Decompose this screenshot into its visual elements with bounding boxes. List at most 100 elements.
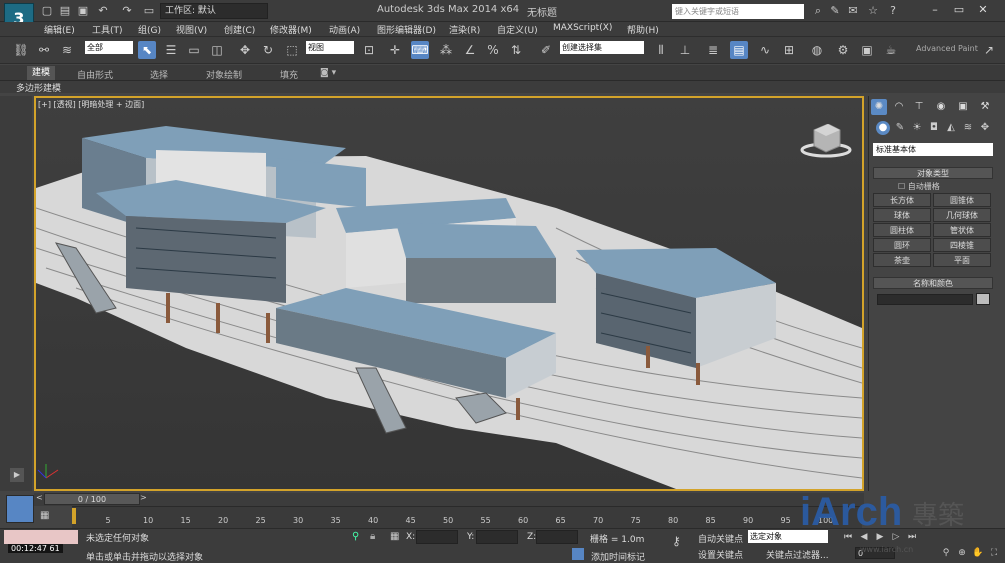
pyramid-button[interactable]: 四棱锥 (933, 238, 991, 252)
menu-animation[interactable]: 动画(A) (329, 23, 360, 36)
select-object-icon[interactable]: ⬉ (138, 41, 156, 59)
open-file-icon[interactable]: ▤ (58, 4, 72, 18)
time-slider-thumb[interactable]: 0 / 100 (44, 493, 140, 505)
plane-button[interactable]: 平面 (933, 253, 991, 267)
menu-tools[interactable]: 工具(T) (92, 23, 123, 36)
z-coord-input[interactable] (536, 530, 578, 544)
time-slider[interactable] (34, 493, 864, 506)
cameras-icon[interactable]: ◘ (927, 121, 941, 135)
ref-coord-dropdown[interactable]: 视图 (306, 41, 354, 54)
torus-button[interactable]: 圆环 (873, 238, 931, 252)
select-by-name-icon[interactable]: ☰ (162, 41, 180, 59)
help-icon[interactable]: ? (886, 4, 900, 18)
menu-modifiers[interactable]: 修改器(M) (270, 23, 312, 36)
lights-icon[interactable]: ☀ (910, 121, 924, 135)
geometry-icon[interactable]: ● (876, 121, 890, 135)
isolate-icon[interactable]: ⚲ (352, 531, 359, 542)
advanced-paint-button[interactable]: Advanced Paint (916, 44, 978, 53)
render-setup-icon[interactable]: ⚙ (834, 41, 852, 59)
menu-rendering[interactable]: 渲染(R) (449, 23, 480, 36)
keyboard-shortcut-icon[interactable]: ⌨ (411, 41, 429, 59)
ribbon-tab-object-paint[interactable]: 对象绘制 (206, 68, 242, 81)
maximize-viewport-icon[interactable]: ⛶ (988, 547, 1000, 559)
window-crossing-icon[interactable]: ◫ (208, 41, 226, 59)
subscription-icon[interactable]: ✎ (828, 4, 842, 18)
search-input[interactable]: 键入关键字或短语 (672, 4, 804, 19)
polygon-modeling-label[interactable]: 多边形建模 (16, 81, 61, 94)
autogrid-checkbox[interactable]: ☐ 自动栅格 (898, 181, 940, 192)
named-selection-set-dropdown[interactable]: 创建选择集 (560, 41, 644, 54)
utilities-tab-icon[interactable]: ⚒ (977, 99, 993, 115)
cone-button[interactable]: 圆锥体 (933, 193, 991, 207)
time-prev-icon[interactable]: < (36, 493, 43, 502)
track-bar-icon[interactable]: ▦ (40, 510, 49, 521)
pivot-center-icon[interactable]: ⊡ (360, 41, 378, 59)
object-type-rollout[interactable]: 对象类型 (873, 167, 993, 179)
display-tab-icon[interactable]: ▣ (955, 99, 971, 115)
goto-start-icon[interactable]: ⏮ (842, 531, 854, 543)
helpers-icon[interactable]: ◭ (944, 121, 958, 135)
teapot-button[interactable]: 茶壶 (873, 253, 931, 267)
communication-icon[interactable]: ✉ (846, 4, 860, 18)
pan-icon[interactable]: ✋ (972, 547, 984, 559)
key-filters-button[interactable]: 关键点过滤器... (766, 548, 829, 561)
box-button[interactable]: 长方体 (873, 193, 931, 207)
spinner-snap-icon[interactable]: ⇅ (507, 41, 525, 59)
add-time-tag[interactable]: 添加时间标记 (591, 550, 645, 563)
link-icon[interactable]: ⛓ (12, 41, 30, 59)
minimize-button[interactable]: – (924, 2, 946, 18)
undo-icon[interactable]: ↶ (96, 4, 110, 18)
next-frame-icon[interactable]: ▷ (890, 531, 902, 543)
search-icon[interactable]: ⌕ (811, 4, 825, 18)
ribbon-options-icon[interactable]: ◙ ▾ (320, 68, 336, 78)
select-manipulate-icon[interactable]: ✛ (386, 41, 404, 59)
primitive-type-dropdown[interactable]: 标准基本体 (873, 143, 993, 156)
auto-key-button[interactable]: 自动关键点 (698, 532, 743, 545)
viewcube[interactable] (800, 124, 856, 160)
key-set-dropdown[interactable]: 选定对象 (748, 530, 828, 543)
prev-frame-icon[interactable]: ◀ (858, 531, 870, 543)
systems-icon[interactable]: ✥ (978, 121, 992, 135)
new-file-icon[interactable]: ▢ (40, 4, 54, 18)
snap-toggle-icon[interactable]: ⁂ (437, 41, 455, 59)
object-color-swatch[interactable] (976, 293, 990, 305)
lock-selection-icon[interactable]: 🔒︎ (370, 531, 375, 542)
perspective-viewport[interactable] (34, 96, 864, 491)
zoom-all-icon[interactable]: ⊕ (956, 547, 968, 559)
time-next-icon[interactable]: > (140, 493, 147, 502)
viewport-label[interactable]: [+] [透视] [明暗处理 + 边面] (38, 99, 144, 110)
absolute-mode-icon[interactable]: ▦ (390, 531, 399, 542)
geosphere-button[interactable]: 几何球体 (933, 208, 991, 222)
ribbon-toggle-icon[interactable]: ▤ (730, 41, 748, 59)
rect-selection-icon[interactable]: ▭ (185, 41, 203, 59)
object-name-input[interactable] (877, 294, 973, 305)
motion-tab-icon[interactable]: ◉ (933, 99, 949, 115)
cylinder-button[interactable]: 圆柱体 (873, 223, 931, 237)
maximize-button[interactable]: ▭ (948, 2, 970, 18)
maxscript-listener[interactable] (4, 530, 78, 544)
rotate-icon[interactable]: ↻ (259, 41, 277, 59)
mini-curve-editor-button[interactable] (6, 495, 34, 523)
ribbon-tab-freeform[interactable]: 自由形式 (77, 68, 113, 81)
shapes-icon[interactable]: ✎ (893, 121, 907, 135)
favorites-icon[interactable]: ☆ (866, 4, 880, 18)
render-frame-icon[interactable]: ▣ (858, 41, 876, 59)
name-color-rollout[interactable]: 名称和颜色 (873, 277, 993, 289)
key-icon[interactable]: ⚷ (672, 534, 681, 548)
play-mini-icon[interactable]: ▶ (10, 468, 24, 482)
toolbar-overflow-icon[interactable]: ↗ (980, 41, 998, 59)
move-icon[interactable]: ✥ (236, 41, 254, 59)
unlink-icon[interactable]: ⚯ (35, 41, 53, 59)
menu-customize[interactable]: 自定义(U) (497, 23, 538, 36)
angle-snap-icon[interactable]: ∠ (461, 41, 479, 59)
menu-edit[interactable]: 编辑(E) (44, 23, 75, 36)
menu-help[interactable]: 帮助(H) (627, 23, 659, 36)
workspace-dropdown[interactable]: 工作区: 默认 (160, 3, 268, 19)
close-button[interactable]: ✕ (972, 2, 994, 18)
goto-end-icon[interactable]: ⏭ (906, 531, 918, 543)
x-coord-input[interactable] (416, 530, 458, 544)
menu-graph-editors[interactable]: 图形编辑器(D) (377, 23, 436, 36)
percent-snap-icon[interactable]: % (484, 41, 502, 59)
curve-editor-icon[interactable]: ∿ (756, 41, 774, 59)
set-key-button[interactable]: 设置关键点 (698, 548, 743, 561)
